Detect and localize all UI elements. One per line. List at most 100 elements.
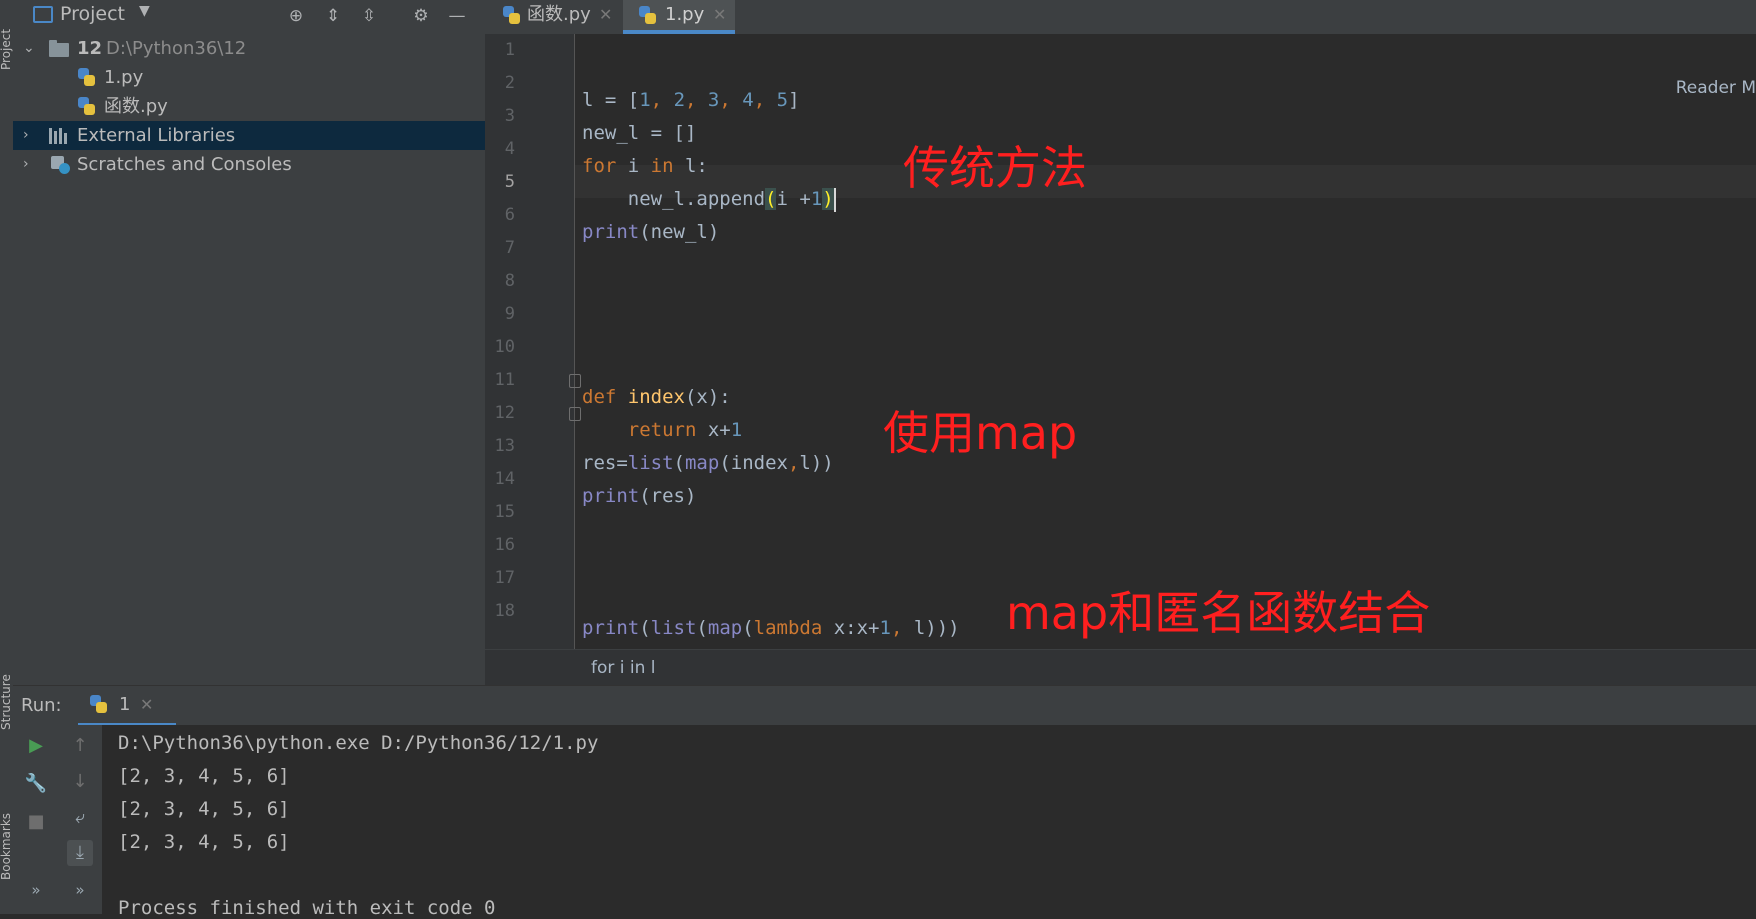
tree-item-label: 1.py <box>104 67 144 88</box>
run-console[interactable]: D:\Python36\python.exe D:/Python36/12/1.… <box>102 725 1756 919</box>
project-panel: Project ▼ ⊕ ⇕ ⇳ ⚙ — ⌄ 12 D:\Python36\12 … <box>13 0 485 685</box>
expand-all-icon[interactable]: ⇕ <box>322 5 344 27</box>
gutter-separator <box>574 34 575 649</box>
gear-icon[interactable]: ⚙ <box>410 5 432 27</box>
run-toolbar-secondary: ↑ ↓ ⤶ ⤓ » <box>59 725 103 914</box>
structure-tool-window-tab[interactable]: Structure <box>0 650 13 730</box>
code-line-4: for i in l: <box>582 155 708 177</box>
code-editor[interactable]: 1 2 3 4 5 6 7 8 9 10 11 12 13 14 15 16 1… <box>485 34 1756 649</box>
chevron-right-icon[interactable]: › <box>23 150 37 179</box>
collapse-all-icon[interactable]: ⇳ <box>358 5 380 27</box>
project-root-name: 12 <box>77 38 103 59</box>
breadcrumb[interactable]: for i in l <box>591 658 656 678</box>
code-line-12: return x+1 <box>627 419 743 441</box>
line-number: 13 <box>494 436 515 456</box>
code-line-3: new_l = [] <box>582 122 697 144</box>
line-number: 4 <box>504 139 515 159</box>
line-number: 8 <box>504 271 515 291</box>
scroll-to-end-icon[interactable]: ⤓ <box>67 840 93 866</box>
tree-item-hanshu-py[interactable]: 函数.py <box>13 92 485 121</box>
line-number: 7 <box>504 238 515 258</box>
annotation-map-lambda: map和匿名函数结合 <box>1006 586 1431 640</box>
tree-item-1-py[interactable]: 1.py <box>13 63 485 92</box>
console-line: [2, 3, 4, 5, 6] <box>118 765 290 787</box>
line-number: 10 <box>494 337 515 357</box>
code-line-11: def index(x): <box>582 386 731 408</box>
fold-marker-icon[interactable] <box>569 407 581 421</box>
folder-icon <box>49 40 69 57</box>
tab-1-py[interactable]: 1.py ✕ <box>623 0 735 34</box>
tree-item-label: 函数.py <box>104 96 168 117</box>
soft-wrap-icon[interactable]: ⤶ <box>67 805 93 831</box>
line-number: 18 <box>494 601 515 621</box>
chevron-right-icon[interactable]: › <box>23 121 37 150</box>
bookmarks-tool-window-tab[interactable]: Bookmarks <box>0 780 13 880</box>
code-line-5: new_l.append(i +1) <box>582 187 836 212</box>
line-number: 11 <box>494 370 515 390</box>
line-number: 3 <box>504 106 515 126</box>
line-number: 12 <box>494 403 515 423</box>
python-icon <box>90 695 108 714</box>
annotation-use-map: 使用map <box>883 406 1078 460</box>
project-view-dropdown-icon[interactable]: ▼ <box>139 3 150 19</box>
line-number: 15 <box>494 502 515 522</box>
code-line-13: res=list(map(index,l)) <box>582 452 834 474</box>
line-number: 14 <box>494 469 515 489</box>
project-view-icon <box>33 6 53 23</box>
tree-item-label: External Libraries <box>77 125 236 146</box>
chevron-down-icon[interactable]: ⌄ <box>23 34 37 63</box>
console-line: Process finished with exit code 0 <box>118 897 496 919</box>
run-panel-header: Run: 1 ✕ <box>13 685 1756 726</box>
project-panel-header: Project ▼ ⊕ ⇕ ⇳ ⚙ — <box>13 0 485 30</box>
tree-item-scratches[interactable]: › Scratches and Consoles <box>13 150 485 179</box>
line-number: 9 <box>504 304 515 324</box>
close-icon[interactable]: ✕ <box>713 0 726 30</box>
line-number: 5 <box>504 172 515 192</box>
run-label: Run: <box>21 695 62 716</box>
arrow-up-icon[interactable]: ↑ <box>67 733 93 759</box>
fold-marker-icon[interactable] <box>569 374 581 388</box>
reader-mode-toggle[interactable]: Reader M <box>1676 78 1756 98</box>
scratches-icon <box>51 156 71 175</box>
code-line-14: print(res) <box>582 485 697 507</box>
line-number: 1 <box>504 40 515 60</box>
line-number: 16 <box>494 535 515 555</box>
code-line-18: print(list(map(lambda x:x+1, l))) <box>582 617 960 639</box>
line-number: 2 <box>504 73 515 93</box>
tab-label: 1.py <box>665 4 705 25</box>
code-line-2: l = [1, 2, 3, 4, 5] <box>582 89 800 111</box>
more-actions-icon[interactable]: » <box>23 877 49 903</box>
run-toolbar-primary: ▶ 🔧 ■ » <box>13 725 59 914</box>
console-line: [2, 3, 4, 5, 6] <box>118 798 290 820</box>
editor-tabs-bar: 函数.py ✕ 1.py ✕ <box>485 0 1756 35</box>
code-line-6: print(new_l) <box>582 221 720 243</box>
tab-hanshu-py[interactable]: 函数.py ✕ <box>485 0 619 34</box>
stop-icon[interactable]: ■ <box>23 809 49 835</box>
python-file-icon <box>78 97 96 116</box>
rerun-icon[interactable]: ▶ <box>23 733 49 759</box>
tree-item-label: Scratches and Consoles <box>77 154 292 175</box>
left-tool-strip: Project Structure Bookmarks <box>0 0 14 914</box>
close-icon[interactable]: ✕ <box>140 695 153 714</box>
locate-file-icon[interactable]: ⊕ <box>285 5 307 27</box>
more-actions-icon[interactable]: » <box>67 877 93 903</box>
python-file-icon <box>639 6 657 25</box>
project-root-path: D:\Python36\12 <box>106 38 247 59</box>
tab-label: 函数.py <box>527 4 591 25</box>
python-file-icon <box>78 68 96 87</box>
tree-item-project-root[interactable]: ⌄ 12 D:\Python36\12 <box>13 34 485 63</box>
hide-panel-icon[interactable]: — <box>446 5 468 27</box>
line-number: 6 <box>504 205 515 225</box>
console-line: D:\Python36\python.exe D:/Python36/12/1.… <box>118 732 599 754</box>
wrench-icon[interactable]: 🔧 <box>23 771 49 797</box>
close-icon[interactable]: ✕ <box>599 0 612 30</box>
breadcrumb-bar: for i in l <box>485 649 1756 686</box>
tree-item-external-libraries[interactable]: › External Libraries <box>13 121 485 150</box>
run-tab[interactable]: 1 ✕ <box>78 686 176 726</box>
console-line: [2, 3, 4, 5, 6] <box>118 831 290 853</box>
run-tab-label: 1 <box>119 694 131 715</box>
libraries-icon <box>49 128 71 144</box>
project-tool-window-tab[interactable]: Project <box>0 0 13 70</box>
project-view-title[interactable]: Project <box>60 3 125 25</box>
arrow-down-icon[interactable]: ↓ <box>67 769 93 795</box>
